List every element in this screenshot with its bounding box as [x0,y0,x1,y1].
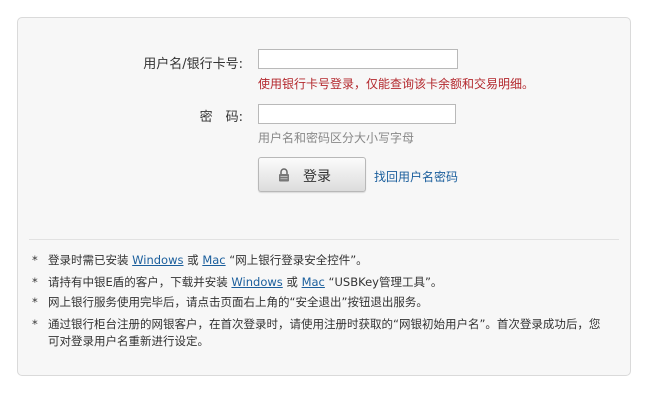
note-item: * 请持有中银E盾的客户，下载并安装 Windows 或 Mac “USBKey… [32,274,602,291]
windows-link[interactable]: Windows [132,253,183,267]
password-hint: 用户名和密码区分大小写字母 [258,131,415,145]
note-bullet: * [32,317,38,331]
note-text: 请持有中银E盾的客户，下载并安装 [48,275,232,289]
note-item: * 通过银行柜台注册的网银客户，在首次登录时，请使用注册时获取的“网银初始用户名… [32,316,602,350]
password-label: 密 码: [199,110,243,125]
windows-link[interactable]: Windows [231,275,282,289]
mac-link[interactable]: Mac [302,275,325,289]
note-bullet: * [32,253,38,267]
note-text: 或 [282,275,302,289]
mac-link[interactable]: Mac [202,253,225,267]
note-text: 通过银行柜台注册的网银客户，在首次登录时，请使用注册时获取的“网银初始用户名”。… [48,317,601,348]
note-bullet: * [32,275,38,289]
username-hint: 使用银行卡号登录，仅能查询该卡余额和交易明细。 [258,77,535,91]
login-button-label: 登录 [303,169,331,185]
login-panel: 用户名/银行卡号: 使用银行卡号登录，仅能查询该卡余额和交易明细。 密 码: 用… [17,17,631,376]
note-item: * 网上银行服务使用完毕后，请点击页面右上角的“安全退出”按钮退出服务。 [32,294,602,311]
username-input[interactable] [258,49,458,69]
note-text: 登录时需已安装 [48,253,133,267]
password-input[interactable] [258,104,456,124]
recover-username-link[interactable]: 找回用户名密码 [374,168,458,185]
note-bullet: * [32,295,38,309]
divider [29,239,619,240]
note-text: “网上银行登录安全控件”。 [225,253,368,267]
note-text: 网上银行服务使用完毕后，请点击页面右上角的“安全退出”按钮退出服务。 [48,295,428,309]
username-label: 用户名/银行卡号: [143,57,243,72]
note-item: * 登录时需已安装 Windows 或 Mac “网上银行登录安全控件”。 [32,252,602,269]
note-text: 或 [183,253,203,267]
lock-icon [279,168,289,182]
note-text: “USBKey管理工具”。 [324,275,443,289]
login-button[interactable]: 登录 [258,157,366,192]
